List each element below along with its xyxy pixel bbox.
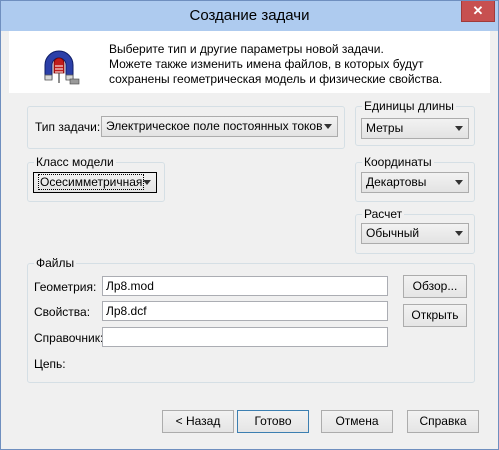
browse-button[interactable]: Обзор... [403,275,467,298]
chevron-down-icon [455,126,463,131]
dialog-window: Создание задачи ✕ Выберите тип и другие … [0,0,499,450]
length-units-select[interactable]: Метры [361,118,469,139]
intro-line: Можете также изменить имена файлов, в ко… [109,57,424,71]
length-units-label: Единицы длины [362,99,456,113]
chevron-down-icon [324,124,332,129]
chevron-down-icon [143,180,151,185]
calculation-label: Расчет [362,207,405,221]
problem-type-select[interactable]: Электрическое поле постоянных токов [101,116,338,137]
model-class-select[interactable]: Осесимметричная [33,172,157,193]
calculation-group: Расчет Обычный [355,207,475,254]
problem-type-group: Тип задачи: Электрическое поле постоянны… [27,106,345,149]
model-class-group: Класс модели Осесимметричная [27,155,165,202]
files-group: Файлы Геометрия: Лр8.mod Свойства: Лр8.d… [27,256,475,383]
properties-field[interactable]: Лр8.dcf [102,301,388,321]
intro-line: Выберите тип и другие параметры новой за… [109,42,384,56]
coordinates-select[interactable]: Декартовы [361,172,469,193]
length-units-value: Метры [366,121,404,135]
coordinates-label: Координаты [362,155,434,169]
header-panel: Выберите тип и другие параметры новой за… [9,31,490,93]
problem-type-label: Тип задачи: [35,120,101,134]
reference-field[interactable] [102,327,388,347]
intro-text: Выберите тип и другие параметры новой за… [109,42,489,87]
chevron-down-icon [455,180,463,185]
done-button[interactable]: Готово [237,410,309,433]
intro-line: сохранены геометрическая модель и физиче… [109,72,443,86]
coordinates-group: Координаты Декартовы [355,155,475,202]
problem-type-value: Электрическое поле постоянных токов [106,119,323,133]
calculation-value: Обычный [366,226,420,240]
open-button[interactable]: Открыть [403,304,467,327]
calculation-select[interactable]: Обычный [361,223,469,244]
help-button[interactable]: Справка [407,410,479,433]
geometry-label: Геометрия: [34,280,97,294]
circuit-label: Цепь: [34,357,66,371]
back-button[interactable]: < Назад [162,410,234,433]
cancel-button[interactable]: Отмена [321,410,393,433]
coordinates-value: Декартовы [366,175,427,189]
properties-label: Свойства: [34,305,91,319]
chevron-down-icon [455,231,463,236]
magnet-icon [44,50,80,85]
geometry-field[interactable]: Лр8.mod [102,276,388,296]
window-title: Создание задачи [189,7,310,24]
model-class-label: Класс модели [34,155,116,169]
files-label: Файлы [34,256,77,270]
close-button[interactable]: ✕ [461,1,495,22]
title-bar[interactable]: Создание задачи ✕ [1,1,498,31]
length-units-group: Единицы длины Метры [355,99,475,146]
model-class-value: Осесимметричная [38,174,145,190]
reference-label: Справочник: [34,331,104,345]
